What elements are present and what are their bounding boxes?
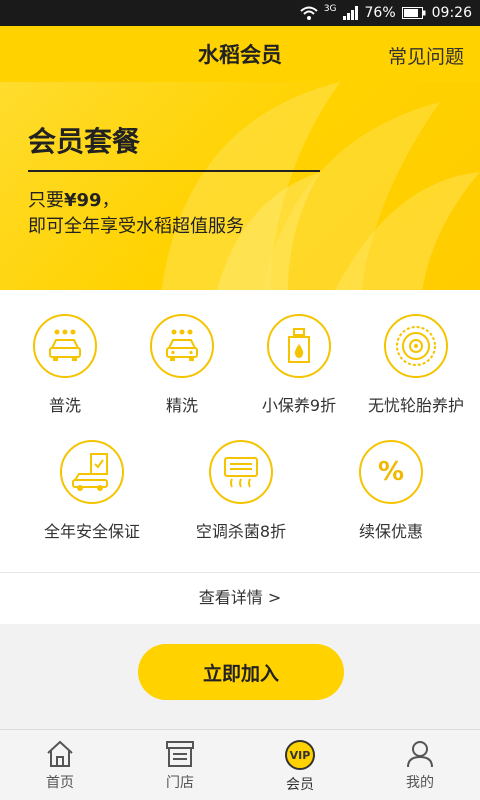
home-icon <box>47 740 73 767</box>
benefit-tire-care[interactable]: 无忧轮胎养护 <box>356 314 476 416</box>
network-type: 3G <box>323 4 337 14</box>
tire-icon <box>396 326 436 366</box>
tab-label: 会员 <box>286 777 314 793</box>
benefit-regular-wash[interactable]: 普洗 <box>5 314 125 416</box>
benefit-label: 空调杀菌8折 <box>195 522 287 541</box>
price-value: ¥99 <box>64 190 102 211</box>
user-icon <box>407 741 433 768</box>
tab-label: 首页 <box>46 775 74 791</box>
wifi-icon <box>300 6 318 20</box>
tab-mine[interactable]: 我的 <box>360 730 480 800</box>
join-now-button[interactable]: 立即加入 <box>138 644 344 700</box>
view-details-link[interactable]: 查看详情 > <box>0 572 480 624</box>
car-wash-icon <box>49 329 81 361</box>
bottom-tab-bar: 首页 门店 VIP 会员 我的 <box>0 729 480 800</box>
benefit-label: 普洗 <box>48 396 81 415</box>
benefit-fine-wash[interactable]: 精洗 <box>122 314 242 416</box>
percent-icon: % <box>377 457 405 487</box>
price-suffix: ， <box>101 190 120 211</box>
tab-home[interactable]: 首页 <box>0 730 120 800</box>
rice-logo-watermark <box>161 82 480 290</box>
benefit-label: 小保养9折 <box>261 396 337 415</box>
benefit-label: 精洗 <box>165 396 198 415</box>
battery-icon <box>401 7 426 19</box>
air-conditioner-icon <box>224 457 258 488</box>
clock: 09:26 <box>431 5 472 21</box>
battery-percent: 76% <box>364 5 396 21</box>
member-benefits: 普洗 精洗 小保养9折 无忧轮胎养护 全年安全保证 空调杀菌8折 % 续保优惠 <box>0 290 480 572</box>
signal-icon <box>342 6 358 20</box>
banner-title: 会员套餐 <box>28 125 141 158</box>
price-prefix: 只要 <box>28 190 64 211</box>
membership-banner: 会员套餐 只要¥99， 即可全年享受水稻超值服务 <box>0 82 480 290</box>
faq-link[interactable]: 常见问题 <box>388 42 464 69</box>
benefit-label: 无忧轮胎养护 <box>367 396 464 415</box>
benefit-label: 全年安全保证 <box>43 522 140 541</box>
tab-store[interactable]: 门店 <box>120 730 240 800</box>
benefit-maintenance[interactable]: 小保养9折 <box>239 314 359 416</box>
benefit-safety-guarantee[interactable]: 全年安全保证 <box>32 440 152 542</box>
vip-icon: VIP <box>285 740 315 770</box>
benefit-ac-sterilization[interactable]: 空调杀菌8折 <box>181 440 301 542</box>
tab-label: 我的 <box>406 775 434 791</box>
oil-bottle-icon <box>288 328 310 363</box>
benefit-renewal-discount[interactable]: % 续保优惠 <box>331 440 451 542</box>
store-icon <box>166 741 194 767</box>
benefit-label: 续保优惠 <box>358 522 423 541</box>
navigation-bar: 水稻会员 常见问题 <box>0 26 480 82</box>
tab-label: 门店 <box>166 775 194 791</box>
tab-membership[interactable]: VIP 会员 <box>240 730 360 800</box>
car-fine-wash-icon <box>166 329 198 361</box>
banner-description: 即可全年享受水稻超值服务 <box>28 216 244 237</box>
car-insurance-icon <box>72 453 108 491</box>
banner-price-line: 只要¥99， <box>28 186 120 212</box>
status-bar: 3G 76% 09:26 <box>0 0 480 26</box>
page-title: 水稻会员 <box>198 43 282 67</box>
banner-divider <box>28 170 320 172</box>
